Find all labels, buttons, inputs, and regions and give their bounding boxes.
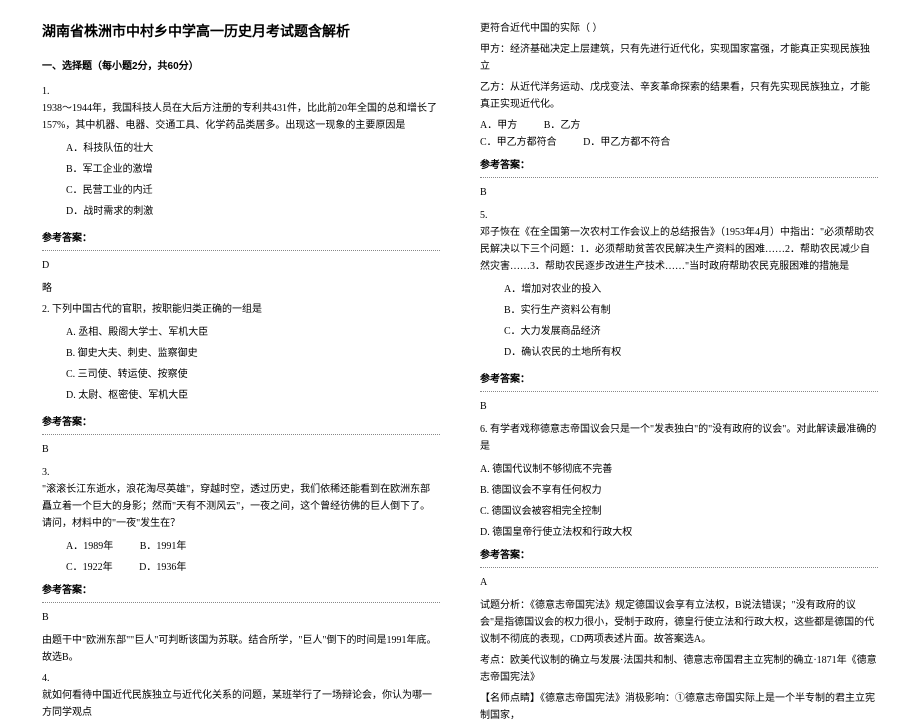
- q1-opt-a: A．科技队伍的壮大: [66, 140, 246, 157]
- q3-text: "滚滚长江东逝水，浪花淘尽英雄"，穿越时空，透过历史，我们依稀还能看到在欧洲东部…: [42, 481, 440, 532]
- q6-opt-c: C. 德国议会被容相完全控制: [480, 503, 878, 520]
- q2-text: 2. 下列中国古代的官职，按职能归类正确的一组是: [42, 301, 440, 318]
- q5-ref-head: 参考答案：: [480, 371, 878, 392]
- q6-ref-head: 参考答案：: [480, 547, 878, 568]
- q3-options-row2: C．1922年 D．1936年: [42, 559, 440, 576]
- section-heading: 一、选择题（每小题2分，共60分）: [42, 58, 440, 75]
- q1-text: 1938～1944年，我国科技人员在大后方注册的专利共431件，比此前20年全国…: [42, 100, 440, 134]
- q3-options-row1: A．1989年 B．1991年: [42, 538, 440, 555]
- q5-opt-d: D．确认农民的土地所有权: [504, 344, 684, 361]
- q5-options: A．增加对农业的投入 B．实行生产资料公有制 C．大力发展商品经济 D．确认农民…: [480, 281, 878, 365]
- q5-text: 邓子恢在《在全国第一次农村工作会议上的总结报告》（1953年4月）中指出："必须…: [480, 224, 878, 275]
- q6-expl1: 试题分析：《德意志帝国宪法》规定德国议会享有立法权，B说法错误；"没有政府的议会…: [480, 597, 878, 648]
- q6-opt-b: B. 德国议会不享有任何权力: [480, 482, 878, 499]
- q4-yi: 乙方：从近代洋务运动、戊戌变法、辛亥革命探索的结果看，只有先实现民族独立，才能真…: [480, 79, 878, 113]
- q4-opt-b: B．乙方: [544, 120, 581, 131]
- q4-jia: 甲方：经济基础决定上层建筑，只有先进行近代化，实现国家富强，才能真正实现民族独立: [480, 41, 878, 75]
- q4-answer: B: [480, 184, 878, 201]
- q2-opt-a: A. 丞相、殿阁大学士、军机大臣: [66, 324, 246, 341]
- q1-options: A．科技队伍的壮大 B．军工企业的激增 C．民营工业的内迁 D．战时需求的刺激: [42, 140, 440, 224]
- q4-ref-head: 参考答案：: [480, 157, 878, 178]
- q5-opt-a: A．增加对农业的投入: [504, 281, 684, 298]
- q4-options-row2: C．甲乙方都符合 D．甲乙方都不符合: [480, 134, 878, 151]
- q2-options: A. 丞相、殿阁大学士、军机大臣 B. 御史大夫、刺史、监察御史 C. 三司使、…: [42, 324, 440, 408]
- q6-expl3: 【名师点睛】《德意志帝国宪法》消极影响：①德意志帝国实际上是一个半专制的君主立宪…: [480, 690, 878, 724]
- q4-num: 4.: [42, 670, 440, 687]
- q3-ref-head: 参考答案：: [42, 582, 440, 603]
- q3-expl: 由题干中"欧洲东部""巨人"可判断该国为苏联。结合所学，"巨人"倒下的时间是19…: [42, 632, 440, 666]
- q3-opt-b: B．1991年: [140, 538, 187, 555]
- q1-num: 1.: [42, 83, 440, 100]
- q1-opt-c: C．民营工业的内迁: [66, 182, 246, 199]
- q4-options-row1: A．甲方 B．乙方: [480, 117, 878, 134]
- q1-answer: D: [42, 257, 440, 274]
- page-title: 湖南省株洲市中村乡中学高一历史月考试题含解析: [42, 20, 440, 44]
- q2-opt-c: C. 三司使、转运使、按察使: [66, 366, 246, 383]
- q1-note: 略: [42, 280, 440, 297]
- q6-text: 6. 有学者戏称德意志帝国议会只是一个"发表独白"的"没有政府的议会"。对此解读…: [480, 421, 878, 455]
- q3-answer: B: [42, 609, 440, 626]
- q3-opt-a: A．1989年: [66, 538, 113, 555]
- q6-opt-a: A. 德国代议制不够彻底不完善: [480, 461, 878, 478]
- q5-opt-b: B．实行生产资料公有制: [504, 302, 684, 319]
- q2-opt-b: B. 御史大夫、刺史、监察御史: [66, 345, 246, 362]
- q6-opt-d: D. 德国皇帝行使立法权和行政大权: [480, 524, 878, 541]
- q4-opt-d: D．甲乙方都不符合: [583, 137, 670, 148]
- q4-opt-a: A．甲方: [480, 120, 517, 131]
- q1-opt-b: B．军工企业的激增: [66, 161, 246, 178]
- q2-ref-head: 参考答案：: [42, 414, 440, 435]
- q4-text: 就如何看待中国近代民族独立与近代化关系的问题，某班举行了一场辩论会，你认为哪一方…: [42, 687, 440, 721]
- q1-opt-d: D．战时需求的刺激: [66, 203, 246, 220]
- q6-expl2: 考点：欧美代议制的确立与发展·法国共和制、德意志帝国君主立宪制的确立·1871年…: [480, 652, 878, 686]
- q1-ref-head: 参考答案：: [42, 230, 440, 251]
- q2-opt-d: D. 太尉、枢密使、军机大臣: [66, 387, 246, 404]
- q3-opt-d: D．1936年: [139, 559, 186, 576]
- q5-num: 5.: [480, 207, 878, 224]
- q4-opt-c: C．甲乙方都符合: [480, 137, 557, 148]
- q3-opt-c: C．1922年: [66, 559, 113, 576]
- q3-num: 3.: [42, 464, 440, 481]
- q5-opt-c: C．大力发展商品经济: [504, 323, 684, 340]
- q2-answer: B: [42, 441, 440, 458]
- q5-answer: B: [480, 398, 878, 415]
- q6-answer: A: [480, 574, 878, 591]
- q4-cont: 更符合近代中国的实际（ ）: [480, 20, 878, 37]
